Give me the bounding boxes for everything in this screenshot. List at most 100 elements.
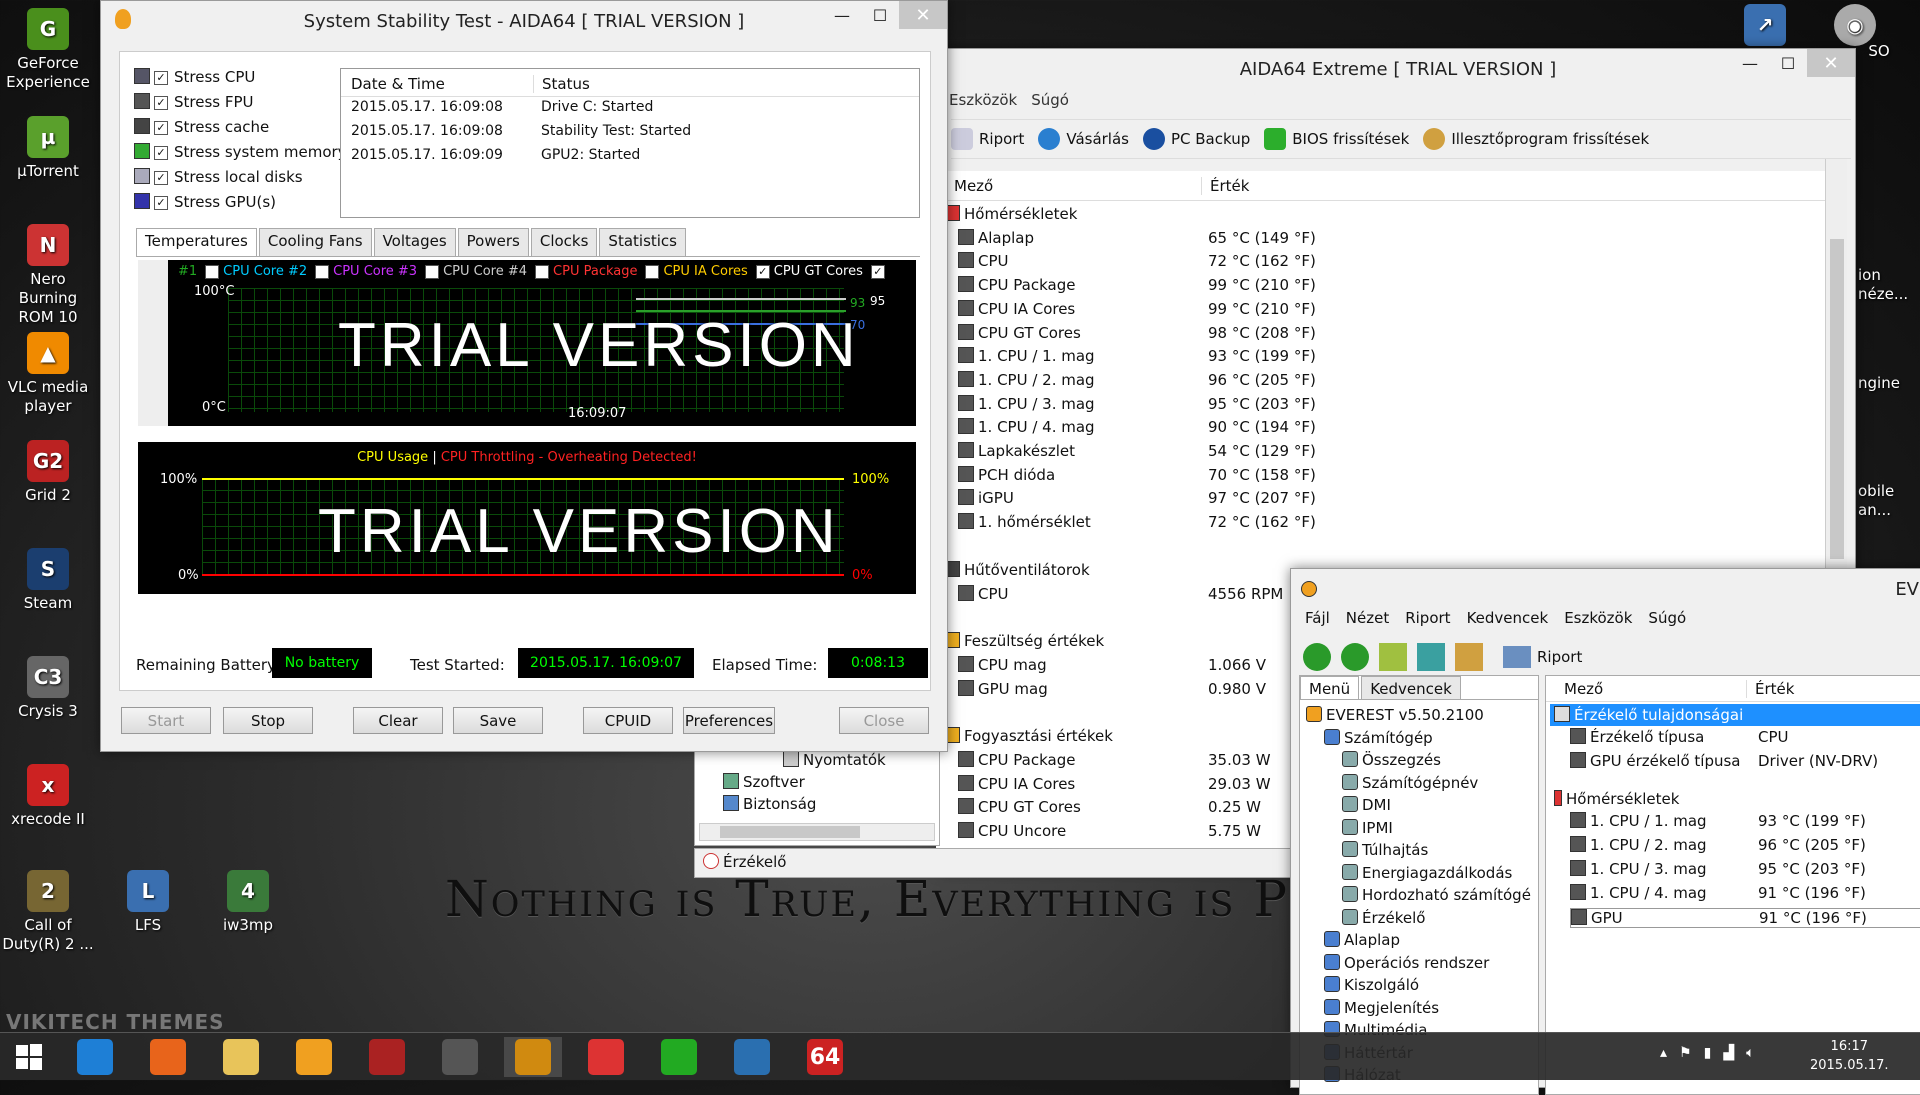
legend-checkbox[interactable] bbox=[205, 264, 220, 279]
menu-sugo[interactable]: Súgó bbox=[1031, 91, 1069, 109]
save-button[interactable]: Save bbox=[453, 707, 543, 734]
checkbox[interactable]: ✓ bbox=[154, 145, 168, 160]
desktop-icon[interactable]: C3 Crysis 3 bbox=[0, 656, 96, 721]
up-icon[interactable] bbox=[1379, 643, 1407, 671]
close-dialog-button[interactable]: Close bbox=[839, 707, 929, 734]
log-row[interactable]: 2015.05.17. 16:09:08 Drive C: Started bbox=[341, 99, 919, 123]
taskbar-steam[interactable] bbox=[723, 1037, 781, 1077]
toolbar-riport[interactable]: Riport bbox=[951, 128, 1024, 150]
tree-item[interactable]: Biztonság bbox=[723, 795, 816, 813]
sensor-row[interactable]: CPU IA Cores 99 °C (210 °F) bbox=[958, 299, 1818, 318]
scrollbar[interactable] bbox=[1825, 159, 1847, 607]
tree-item[interactable]: Operációs rendszer bbox=[1324, 953, 1489, 972]
desktop-icon[interactable]: L LFS bbox=[100, 870, 196, 935]
sensor-row[interactable]: Lapkakészlet 54 °C (129 °F) bbox=[958, 442, 1818, 460]
legend-checkbox[interactable] bbox=[535, 264, 550, 279]
title-bar[interactable]: System Stability Test - AIDA64 [ TRIAL V… bbox=[101, 1, 947, 41]
signal-icon[interactable]: ▟ bbox=[1723, 1045, 1734, 1061]
col-value[interactable]: Érték bbox=[1746, 680, 1794, 698]
taskbar-file-explorer[interactable] bbox=[212, 1037, 270, 1077]
col-datetime[interactable]: Date & Time bbox=[351, 75, 445, 93]
sensor-row[interactable]: iGPU 97 °C (207 °F) bbox=[958, 489, 1818, 507]
prop-row[interactable]: GPU érzékelő típusa Driver (NV-DRV) bbox=[1570, 752, 1920, 770]
legend-checkbox[interactable] bbox=[315, 264, 330, 279]
stress-option[interactable]: ✓ Stress GPU(s) bbox=[134, 193, 347, 218]
col-status[interactable]: Status bbox=[533, 75, 590, 93]
desktop-icon[interactable]: µ µTorrent bbox=[0, 116, 96, 181]
refresh-icon[interactable] bbox=[1417, 643, 1445, 671]
sensor-row[interactable]: 1. CPU / 3. mag 95 °C (203 °F) bbox=[958, 394, 1818, 413]
desktop-icon[interactable]: 2 Call of Duty(R) 2 ... bbox=[0, 870, 96, 954]
stress-option[interactable]: ✓ Stress local disks bbox=[134, 168, 347, 193]
prop-row[interactable]: Érzékelő típusa CPU bbox=[1570, 728, 1920, 746]
tab-powers[interactable]: Powers bbox=[457, 228, 529, 256]
scrollbar-thumb[interactable] bbox=[720, 826, 860, 838]
legend-checkbox[interactable]: ✓ bbox=[870, 264, 885, 279]
preferences-button[interactable]: Preferences bbox=[683, 707, 775, 734]
tree-item[interactable]: Energiagazdálkodás bbox=[1342, 863, 1512, 882]
menu-item[interactable]: Súgó bbox=[1648, 609, 1686, 627]
cpuid-button[interactable]: CPUID bbox=[583, 707, 673, 734]
scrollbar-thumb[interactable] bbox=[1830, 239, 1844, 559]
menu-item[interactable]: Kedvencek bbox=[1467, 609, 1549, 627]
chevron-up-icon[interactable]: ▴ bbox=[1660, 1045, 1667, 1061]
menu-item[interactable]: Nézet bbox=[1346, 609, 1389, 627]
desktop-icon[interactable]: ▲ VLC media player bbox=[0, 332, 96, 416]
sensor-row[interactable]: CPU GT Cores 98 °C (208 °F) bbox=[958, 323, 1818, 342]
toolbar-pc-backup[interactable]: PC Backup bbox=[1142, 128, 1250, 150]
tree-item[interactable]: Szoftver bbox=[723, 773, 805, 791]
minimize-button[interactable]: — bbox=[1731, 49, 1769, 77]
desktop-icon[interactable]: N Nero Burning ROM 10 bbox=[0, 224, 96, 327]
sensor-row[interactable]: Alaplap 65 °C (149 °F) bbox=[958, 228, 1818, 247]
menu-item[interactable]: Fájl bbox=[1305, 609, 1330, 627]
tab-cooling-fans[interactable]: Cooling Fans bbox=[258, 228, 372, 256]
menu-eszkozok[interactable]: Eszközök bbox=[949, 91, 1017, 109]
stress-option[interactable]: ✓ Stress system memory bbox=[134, 143, 347, 168]
log-row[interactable]: 2015.05.17. 16:09:08 Stability Test: Star… bbox=[341, 123, 919, 147]
desktop-icon[interactable]: x xrecode II bbox=[0, 764, 96, 829]
clock[interactable]: 16:17 2015.05.17. bbox=[1810, 1037, 1889, 1075]
selected-row[interactable]: Érzékelő tulajdonságai bbox=[1550, 704, 1920, 726]
flag-icon[interactable]: ⚑ bbox=[1679, 1045, 1692, 1061]
sensor-row[interactable]: 1. CPU / 1. mag 93 °C (199 °F) bbox=[958, 347, 1818, 365]
start-button[interactable] bbox=[0, 1037, 58, 1077]
stress-option[interactable]: ✓ Stress FPU bbox=[134, 93, 347, 118]
tree-item[interactable]: Számítógép bbox=[1324, 728, 1433, 747]
close-button[interactable]: ✕ bbox=[1807, 49, 1855, 77]
tab-clocks[interactable]: Clocks bbox=[530, 228, 598, 256]
checkbox[interactable]: ✓ bbox=[154, 195, 168, 210]
tree-item[interactable]: Érzékelő bbox=[1342, 908, 1425, 927]
title-bar[interactable]: AIDA64 Extreme [ TRIAL VERSION ] — ☐ ✕ bbox=[941, 49, 1855, 89]
toolbar-vasarlas[interactable]: Vásárlás bbox=[1038, 128, 1129, 150]
tab-kedvencek[interactable]: Kedvencek bbox=[1361, 676, 1461, 699]
taskbar-firefox[interactable] bbox=[139, 1037, 197, 1077]
taskbar-aida64-info[interactable] bbox=[504, 1037, 562, 1077]
taskbar-media-player[interactable] bbox=[285, 1037, 343, 1077]
toolbar-bios[interactable]: BIOS frissítések bbox=[1264, 128, 1409, 150]
temp-row[interactable]: 1. CPU / 4. mag 91 °C (196 °F) bbox=[1570, 884, 1920, 902]
sensor-row[interactable]: 1. hőmérséklet 72 °C (162 °F) bbox=[958, 513, 1818, 531]
minimize-button[interactable]: — bbox=[823, 1, 861, 29]
maximize-button[interactable]: ☐ bbox=[861, 1, 899, 29]
taskbar-internet-explorer[interactable] bbox=[66, 1037, 124, 1077]
desktop-icon-topright[interactable]: ↗ bbox=[1730, 4, 1800, 50]
checkbox[interactable]: ✓ bbox=[154, 120, 168, 135]
log-row[interactable]: 2015.05.17. 16:09:09 GPU2: Started bbox=[341, 147, 919, 171]
back-icon[interactable] bbox=[1303, 643, 1331, 671]
temp-row[interactable]: 1. CPU / 3. mag 95 °C (203 °F) bbox=[1570, 860, 1920, 878]
tree-item[interactable]: Nyomtatók bbox=[783, 751, 886, 769]
graph-scrollbar[interactable] bbox=[138, 260, 168, 426]
taskbar-crysis[interactable] bbox=[431, 1037, 489, 1077]
legend-checkbox[interactable] bbox=[645, 264, 660, 279]
temp-row[interactable]: 1. CPU / 2. mag 96 °C (205 °F) bbox=[1570, 836, 1920, 854]
desktop-icon[interactable]: G2 Grid 2 bbox=[0, 440, 96, 505]
close-button[interactable]: ✕ bbox=[899, 1, 947, 29]
toolbar-driver[interactable]: Illesztőprogram frissítések bbox=[1423, 128, 1649, 150]
sensor-row[interactable]: 1. CPU / 4. mag 90 °C (194 °F) bbox=[958, 418, 1818, 436]
menu-item[interactable]: Riport bbox=[1405, 609, 1450, 627]
tab-menu[interactable]: Menü bbox=[1300, 676, 1360, 699]
users-icon[interactable] bbox=[1455, 643, 1483, 671]
checkbox[interactable]: ✓ bbox=[154, 170, 168, 185]
temp-row[interactable]: 1. CPU / 1. mag 93 °C (199 °F) bbox=[1570, 812, 1920, 830]
checkbox[interactable]: ✓ bbox=[154, 95, 168, 110]
